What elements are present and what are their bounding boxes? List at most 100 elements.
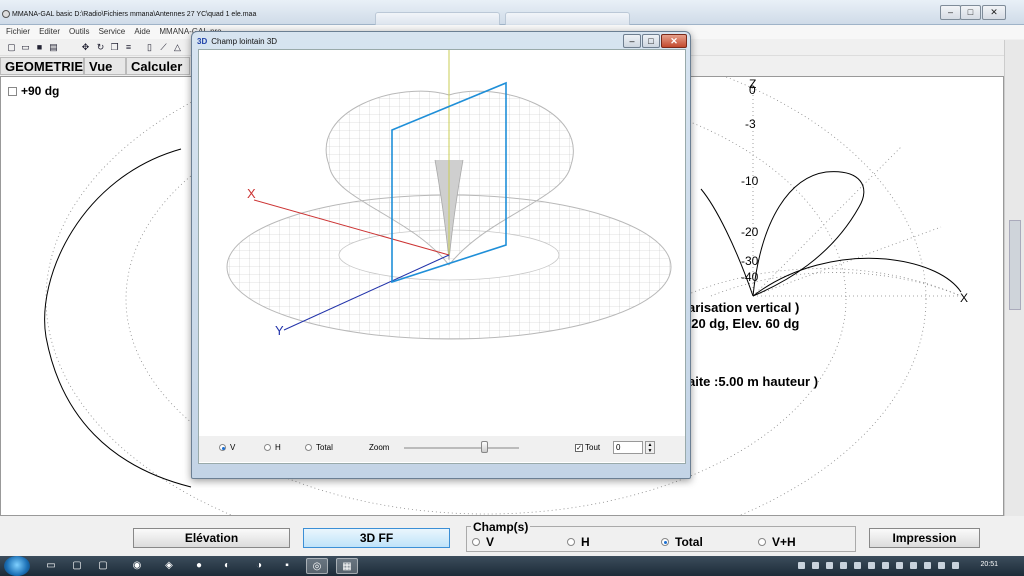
- volume-icon[interactable]: [938, 562, 945, 569]
- open-folder-icon[interactable]: ▭: [20, 42, 31, 53]
- taskbar-app-icon[interactable]: ◉: [126, 558, 148, 574]
- radio-dot[interactable]: [472, 538, 480, 546]
- dialog-3d-icon: 3D: [197, 37, 208, 46]
- spin-input[interactable]: 0: [613, 441, 643, 454]
- 3d-view[interactable]: X Y V H Total Zoom ✓ Tout 0 ▲ ▼: [198, 49, 686, 464]
- tray-icon[interactable]: [840, 562, 847, 569]
- tray-icon[interactable]: [826, 562, 833, 569]
- minimize-button[interactable]: –: [940, 5, 961, 20]
- zoom-slider-track[interactable]: [404, 447, 519, 449]
- menu-aide[interactable]: Aide: [134, 25, 150, 39]
- impression-button[interactable]: Impression: [869, 528, 980, 548]
- menu-service[interactable]: Service: [99, 25, 126, 39]
- taskbar-app-icon[interactable]: ▢: [92, 558, 114, 574]
- start-orb-icon[interactable]: [4, 556, 30, 576]
- dialog-close-button[interactable]: ✕: [661, 34, 687, 48]
- dialog-radio-h[interactable]: H: [264, 443, 281, 452]
- title-bar: MMANA-GAL basic D:\Radio\Fichiers mmana\…: [0, 0, 1024, 25]
- radio-dot[interactable]: [567, 538, 575, 546]
- tray-icon[interactable]: [910, 562, 917, 569]
- radio-v[interactable]: V: [472, 535, 494, 549]
- move-icon[interactable]: ✥: [80, 42, 91, 53]
- window-title: MMANA-GAL basic D:\Radio\Fichiers mmana\…: [12, 11, 257, 18]
- tray-icon[interactable]: [896, 562, 903, 569]
- taskbar-app-icon[interactable]: ◈: [158, 558, 180, 574]
- scale-label: -30: [741, 254, 759, 268]
- bottom-panel: Elévation 3D FF Champ(s) V H Total V+H I…: [0, 516, 1004, 556]
- scale-label: 0: [749, 83, 756, 97]
- taskbar-app-icon[interactable]: ◑: [248, 558, 270, 574]
- dialog-controls: V H Total Zoom ✓ Tout 0 ▲ ▼: [199, 436, 685, 462]
- tray-icon[interactable]: [854, 562, 861, 569]
- print-icon[interactable]: ▤: [48, 42, 59, 53]
- champs-legend: Champ(s): [471, 520, 531, 534]
- align-icon[interactable]: ≡: [123, 42, 134, 53]
- menu-editer[interactable]: Editer: [39, 25, 60, 39]
- tray-icon[interactable]: [924, 562, 931, 569]
- scrollbar-thumb[interactable]: [1009, 220, 1021, 310]
- taskbar-app-icon[interactable]: ▢: [66, 558, 88, 574]
- rotate-icon[interactable]: ↻: [95, 42, 106, 53]
- vertical-scrollbar[interactable]: [1004, 40, 1024, 516]
- close-button[interactable]: ✕: [982, 5, 1006, 20]
- 3d-ff-button[interactable]: 3D FF: [303, 528, 450, 548]
- background-tab[interactable]: [505, 12, 630, 25]
- radio-dot-selected[interactable]: [661, 538, 669, 546]
- menu-outils[interactable]: Outils: [69, 25, 89, 39]
- checkbox-checked-icon[interactable]: ✓: [575, 443, 583, 452]
- zoom-label: Zoom: [369, 443, 390, 452]
- explorer-icon[interactable]: ▭: [40, 558, 62, 574]
- spin-arrows-icon[interactable]: ▲ ▼: [645, 441, 655, 454]
- save-icon[interactable]: ■: [34, 42, 45, 53]
- tray-icon[interactable]: [798, 562, 805, 569]
- dialog-title-text: Champ lointain 3D: [211, 37, 278, 46]
- taskbar-app-icon[interactable]: ▪: [276, 558, 298, 574]
- zoom-slider-thumb[interactable]: [481, 441, 488, 453]
- tab-geometrie[interactable]: GEOMETRIE: [0, 57, 84, 75]
- mmana-taskbar-icon[interactable]: ◎: [306, 558, 328, 574]
- taskbar-app-icon[interactable]: ◐: [216, 558, 238, 574]
- background-tab[interactable]: [375, 12, 500, 25]
- tab-vue[interactable]: Vue: [84, 57, 126, 75]
- radio-dot-selected[interactable]: [219, 444, 226, 451]
- maximize-button[interactable]: □: [960, 5, 981, 20]
- radio-total[interactable]: Total: [661, 535, 703, 549]
- tout-label: Tout: [585, 443, 601, 452]
- axis-x-label: X: [960, 291, 969, 305]
- taskbar-clock[interactable]: 20:51: [980, 561, 998, 568]
- 3d-taskbar-icon[interactable]: ▦: [336, 558, 358, 574]
- tout-checkbox[interactable]: ✓ Tout: [575, 443, 600, 452]
- dialog-radio-total[interactable]: Total: [305, 443, 333, 452]
- new-file-icon[interactable]: ▢: [6, 42, 17, 53]
- radio-dot[interactable]: [758, 538, 766, 546]
- tray-icon[interactable]: [868, 562, 875, 569]
- dialog-minimize-button[interactable]: –: [623, 34, 641, 48]
- 3d-axis-y-label: Y: [275, 323, 284, 338]
- scale-label: -10: [741, 174, 759, 188]
- polar-spoke: [752, 226, 942, 297]
- tab-calculer[interactable]: Calculer: [126, 57, 190, 75]
- copy-icon[interactable]: ❐: [109, 42, 120, 53]
- chrome-icon[interactable]: ●: [188, 558, 210, 574]
- dialog-radio-v[interactable]: V: [219, 443, 235, 452]
- 3d-axis-x-label: X: [247, 186, 256, 201]
- pattern-lobe-lower: [752, 257, 962, 297]
- radio-dot[interactable]: [305, 444, 312, 451]
- pattern-lobe-upper: [752, 171, 865, 297]
- radio-dot[interactable]: [264, 444, 271, 451]
- dialog-maximize-button[interactable]: □: [642, 34, 660, 48]
- page-icon[interactable]: ▯: [144, 42, 155, 53]
- tray-icon[interactable]: [812, 562, 819, 569]
- scale-label: -20: [741, 225, 759, 239]
- network-icon[interactable]: [952, 562, 959, 569]
- elevation-button[interactable]: Elévation: [133, 528, 290, 548]
- radio-vh[interactable]: V+H: [758, 535, 796, 549]
- radio-label: V: [486, 535, 495, 549]
- tray-icon[interactable]: [882, 562, 889, 569]
- menu-fichier[interactable]: Fichier: [6, 25, 30, 39]
- triangle-icon[interactable]: △: [172, 42, 183, 53]
- polar-arc: [683, 268, 962, 297]
- edit-icon[interactable]: ⟋: [158, 42, 169, 53]
- radio-h[interactable]: H: [567, 535, 590, 549]
- radio-label: V: [230, 443, 236, 452]
